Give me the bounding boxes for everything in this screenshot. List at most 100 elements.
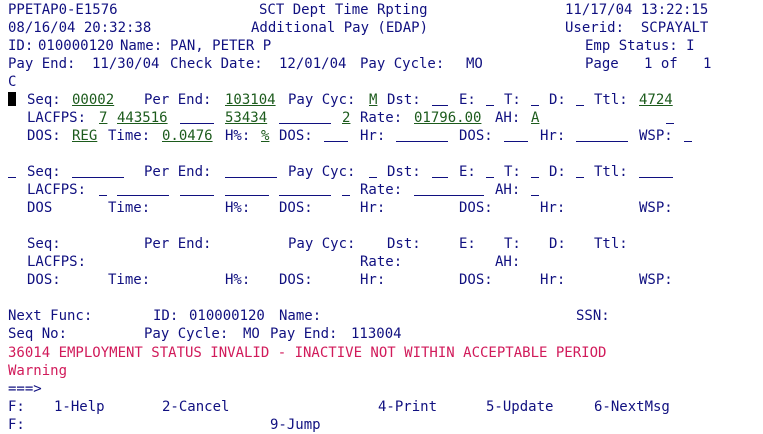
h-pct-label-2: H%: (225, 200, 251, 216)
pay-end-label: Pay End: (8, 56, 76, 72)
lacfps-field-4[interactable]: 53434 (225, 109, 267, 127)
lacfps-2-field-1[interactable] (99, 181, 107, 196)
lacfps-2-field-4[interactable] (225, 181, 269, 196)
t-field-2[interactable] (531, 163, 539, 178)
ah-extra-field[interactable] (666, 109, 674, 124)
check-date-value: 12/01/04 (279, 56, 347, 72)
select-field-2[interactable] (8, 163, 16, 178)
t-field[interactable] (531, 91, 539, 106)
ah-field[interactable]: A (531, 109, 539, 127)
footer-name-label: Name: (279, 308, 322, 324)
jump-key[interactable]: 9-Jump (270, 416, 321, 434)
lacfps-field-6[interactable]: 2 (342, 109, 350, 127)
dst-field-2[interactable] (432, 163, 448, 178)
dos2-field[interactable] (324, 127, 348, 142)
warning-text: Warning (8, 363, 68, 379)
seq-field[interactable]: 00002 (72, 91, 114, 109)
pay-cyc-field-2[interactable] (369, 163, 377, 178)
lacfps-2-field-6[interactable] (342, 181, 350, 196)
update-key[interactable]: 5-Update (486, 398, 553, 416)
time-label-3: Time: (108, 272, 151, 288)
cancel-key[interactable]: 2-Cancel (162, 398, 229, 416)
seq-label: Seq: (27, 92, 61, 108)
print-key[interactable]: 4-Print (378, 398, 437, 416)
ttl-label-2: Ttl: (594, 164, 628, 180)
wsp-label-3: WSP: (639, 272, 673, 288)
footer-pay-end-value[interactable]: 113004 (351, 325, 402, 343)
d-field-2[interactable] (576, 163, 584, 178)
rate-field[interactable]: 01796.00 (414, 109, 481, 127)
dos2-label-3: DOS: (279, 272, 313, 288)
check-date-label: Check Date: (170, 56, 263, 72)
lacfps-field-2[interactable]: 443516 (117, 109, 168, 127)
time-label: Time: (108, 128, 151, 144)
seq-no-label: Seq No: (8, 326, 68, 342)
clear-marker: C (8, 74, 17, 90)
hr-field[interactable] (396, 127, 448, 142)
e-label-3: E: (459, 236, 476, 252)
d-label-3: D: (549, 236, 566, 252)
rate-field-2[interactable] (414, 181, 484, 196)
dos-label-3: DOS: (27, 272, 61, 288)
rate-label-2: Rate: (360, 182, 403, 198)
nextmsg-key[interactable]: 6-NextMsg (594, 398, 670, 416)
page-indicator: Page 1 of 1 (585, 56, 712, 72)
d-field[interactable] (576, 91, 584, 106)
ssn-label: SSN: (576, 308, 610, 324)
dos3-label: DOS: (459, 128, 493, 144)
run-datetime: 11/17/04 13:22:15 (565, 2, 709, 18)
hr2-field[interactable] (576, 127, 628, 142)
footer-pay-cycle-label: Pay Cycle: (144, 326, 229, 342)
footer-pay-cycle-value[interactable]: MO (243, 325, 260, 343)
h-pct-label-3: H%: (225, 272, 251, 288)
name-label: Name: (120, 38, 163, 54)
ttl-label-3: Ttl: (594, 236, 628, 252)
help-key[interactable]: 1-Help (54, 398, 105, 416)
dst-field[interactable] (432, 91, 448, 106)
dos-label: DOS: (27, 128, 61, 144)
screen-title: SCT Dept Time Rpting (259, 2, 428, 18)
per-end-label: Per End: (144, 92, 212, 108)
hr-label-3: Hr: (360, 272, 386, 288)
seq-label-3: Seq: (27, 236, 61, 252)
wsp-label-2: WSP: (639, 200, 673, 216)
h-pct-field[interactable]: % (261, 127, 269, 145)
e-label: E: (459, 92, 476, 108)
lacfps-field-1[interactable]: 7 (99, 109, 107, 127)
dos2-label-2: DOS: (279, 200, 313, 216)
e-field-2[interactable] (486, 163, 494, 178)
ttl-field[interactable]: 4724 (639, 91, 673, 109)
per-end-field-2[interactable] (225, 163, 277, 178)
h-pct-label: H%: (225, 128, 251, 144)
pay-end-value: 11/30/04 (92, 56, 160, 72)
screen-subtitle: Additional Pay (EDAP) (251, 20, 429, 36)
function-key-label: F: (8, 399, 25, 415)
per-end-field[interactable]: 103104 (225, 91, 276, 109)
t-label: T: (504, 92, 521, 108)
time-field[interactable]: 0.0476 (162, 127, 213, 145)
lacfps-2-field-5[interactable] (279, 181, 331, 196)
lacfps-2-field-2[interactable] (117, 181, 169, 196)
lacfps-label-2: LACFPS: (27, 182, 87, 198)
seq-field-2[interactable] (72, 163, 124, 178)
lacfps-field-5[interactable] (279, 109, 331, 124)
footer-pay-end-label: Pay End: (270, 326, 338, 342)
lacfps-2-field-3[interactable] (180, 181, 214, 196)
wsp-field[interactable] (684, 127, 692, 142)
dos3-field[interactable] (504, 127, 528, 142)
d-label-2: D: (549, 164, 566, 180)
name-value: PAN, PETER P (170, 38, 272, 54)
command-prompt[interactable]: ===> (8, 380, 42, 398)
e-field[interactable] (486, 91, 494, 106)
dos-field[interactable]: REG (72, 127, 97, 145)
footer-id-value[interactable]: 010000120 (189, 307, 265, 325)
ah-field-2[interactable] (531, 181, 539, 196)
lacfps-field-3[interactable] (180, 109, 214, 124)
screen-id: PPETAP0-E1576 (8, 2, 118, 18)
emp-status: Emp Status: I (585, 38, 695, 54)
dos-label-2: DOS (27, 200, 53, 216)
ttl-field-2[interactable] (639, 163, 673, 178)
per-end-label-3: Per End: (144, 236, 212, 252)
ah-label-3: AH: (495, 254, 521, 270)
pay-cyc-field[interactable]: M (369, 91, 377, 109)
